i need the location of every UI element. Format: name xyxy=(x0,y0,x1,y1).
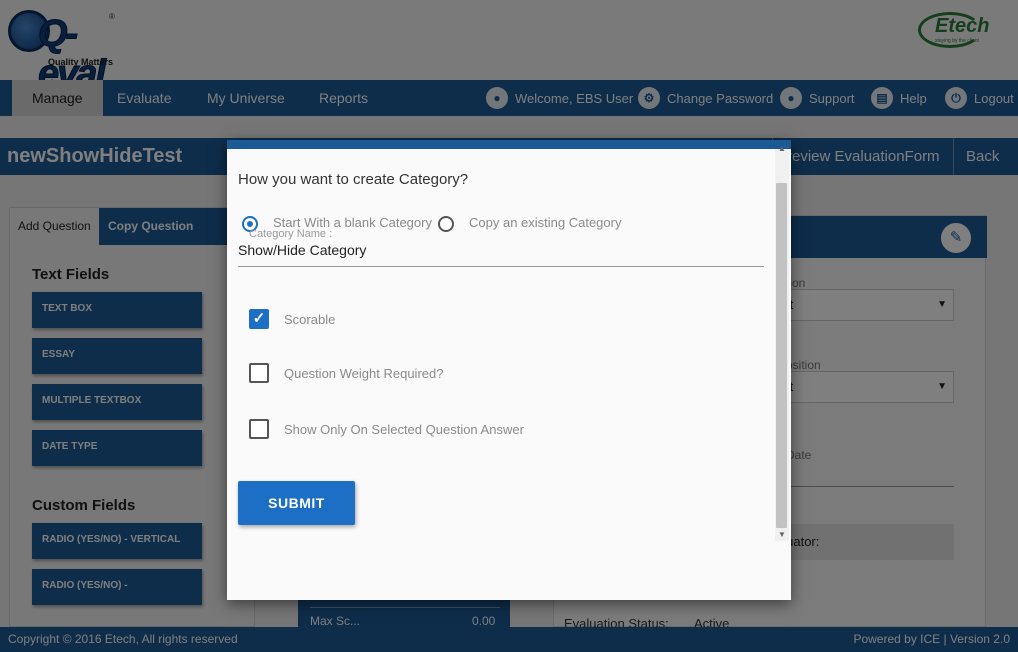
weight-required-checkbox[interactable] xyxy=(249,363,269,383)
scrollbar-thumb[interactable] xyxy=(776,183,787,528)
show-only-selected-label[interactable]: Show Only On Selected Question Answer xyxy=(284,422,524,437)
weight-required-label[interactable]: Question Weight Required? xyxy=(284,366,443,381)
scorable-label[interactable]: Scorable xyxy=(284,312,335,327)
submit-button[interactable]: SUBMIT xyxy=(238,481,355,525)
copy-category-radio[interactable] xyxy=(438,216,454,232)
dialog-question: How you want to create Category? xyxy=(238,171,469,188)
dialog-scrollbar[interactable]: ▲ ▼ xyxy=(775,144,789,541)
scroll-down-icon[interactable]: ▼ xyxy=(778,530,786,539)
category-name-underline xyxy=(238,266,764,267)
scorable-checkbox[interactable]: ✓ xyxy=(249,309,269,329)
show-only-selected-checkbox[interactable] xyxy=(249,419,269,439)
scroll-up-icon[interactable]: ▲ xyxy=(778,144,786,153)
category-name-label: Category Name : xyxy=(249,228,333,240)
category-name-input[interactable]: Show/Hide Category xyxy=(238,242,366,258)
dialog-top-bar xyxy=(227,140,791,149)
copy-category-label[interactable]: Copy an existing Category xyxy=(469,215,621,230)
create-category-dialog: How you want to create Category? Start W… xyxy=(227,140,791,600)
